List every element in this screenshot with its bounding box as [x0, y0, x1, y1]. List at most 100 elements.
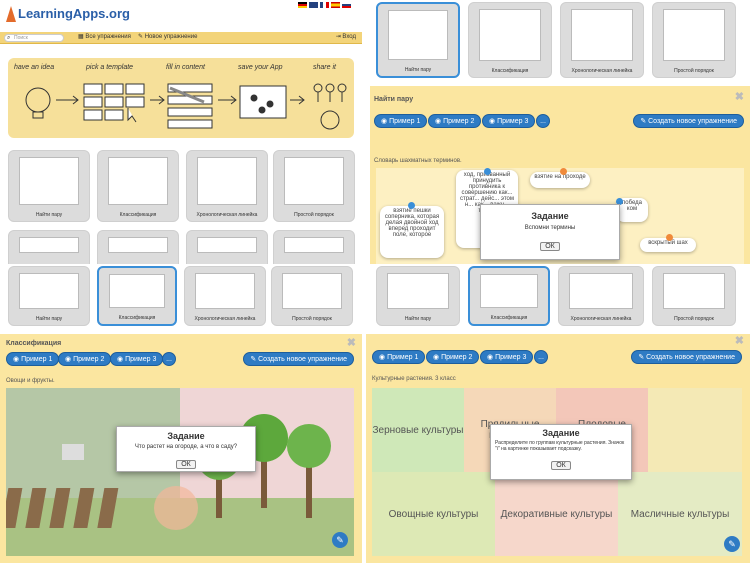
- strip-card-timeline[interactable]: Хронологическая линейка: [558, 266, 644, 326]
- language-flags[interactable]: [298, 2, 356, 9]
- ok-button[interactable]: ОК: [176, 460, 196, 469]
- more-button[interactable]: ...: [534, 350, 548, 364]
- template-card-order[interactable]: Простой порядок: [273, 150, 355, 222]
- strip-card-classify[interactable]: Классификация: [468, 266, 550, 326]
- connector-dot[interactable]: [484, 168, 491, 175]
- strip-card-match[interactable]: Найти пару: [8, 266, 90, 326]
- term-card-3[interactable]: взятие пешки соперника, которая делая дв…: [380, 206, 444, 258]
- card-label: Хронологическая линейка: [196, 212, 258, 218]
- top-card-order[interactable]: Простой порядок: [652, 2, 736, 78]
- pencil-icon: ✎: [250, 356, 259, 363]
- term-card-2[interactable]: взятие на проходе: [530, 172, 590, 188]
- example-1-label: Пример 1: [389, 118, 421, 125]
- example-1-button[interactable]: ◉ Пример 1: [374, 114, 428, 128]
- flag-de-icon[interactable]: [298, 2, 307, 8]
- close-icon[interactable]: ✖: [735, 90, 744, 103]
- edit-icon[interactable]: ✎: [332, 532, 348, 548]
- search-input[interactable]: ⌕ Поиск: [4, 34, 64, 42]
- all-exercises-link[interactable]: ▦ Все упражнения: [78, 33, 131, 40]
- example-2-label: Пример 2: [443, 118, 475, 125]
- strip-card-order[interactable]: Простой порядок: [271, 266, 353, 326]
- edit-icon[interactable]: ✎: [724, 536, 740, 552]
- task-dialog: Задание Вспомни термины ОК: [480, 204, 620, 260]
- example-2-button[interactable]: ◉ Пример 2: [58, 352, 112, 366]
- example-3-button[interactable]: ◉ Пример 3: [482, 114, 536, 128]
- logo[interactable]: LearningApps.org: [6, 2, 146, 26]
- new-exercise-link[interactable]: ✎ Новое упражнение: [138, 33, 197, 40]
- category-cell[interactable]: Зерновые культуры: [372, 388, 464, 472]
- example-3-button[interactable]: ◉ Пример 3: [480, 350, 534, 364]
- strip-card-order[interactable]: Простой порядок: [652, 266, 736, 326]
- top-card-match[interactable]: Найти пару: [376, 2, 460, 78]
- top-card-timeline[interactable]: Хронологическая линейка: [560, 2, 644, 78]
- strip-card-match[interactable]: Найти пару: [376, 266, 460, 326]
- close-icon[interactable]: ✖: [347, 336, 356, 349]
- create-label: Создать новое упражнение: [646, 354, 735, 361]
- example-3-button[interactable]: ◉ Пример 3: [110, 352, 164, 366]
- eye-icon: ◉: [381, 118, 390, 125]
- connector-dot[interactable]: [560, 168, 567, 175]
- eye-icon: ◉: [435, 118, 444, 125]
- search-icon: ⌕: [7, 35, 11, 41]
- template-card-more-2[interactable]: [97, 230, 179, 264]
- strip-card-timeline[interactable]: Хронологическая линейка: [184, 266, 266, 326]
- close-icon[interactable]: ✖: [735, 334, 744, 347]
- template-card-more-3[interactable]: [186, 230, 268, 264]
- template-card-more-4[interactable]: [273, 230, 355, 264]
- dialog-title: Задание: [167, 431, 205, 441]
- category-cell[interactable]: Декоративные культуры: [495, 472, 618, 556]
- dialog-message: Распределите по группам культурные расте…: [495, 440, 625, 452]
- panel-title: Найти пару: [374, 96, 414, 103]
- example-1-button[interactable]: ◉ Пример 1: [6, 352, 60, 366]
- strip-card-classify[interactable]: Классификация: [97, 266, 177, 326]
- more-button[interactable]: ...: [162, 352, 176, 366]
- thumbnail: [109, 274, 165, 308]
- dialog-message: Что растет на огороде, а что в саду?: [134, 444, 238, 450]
- create-new-exercise-button[interactable]: ✎ Создать новое упражнение: [633, 114, 744, 128]
- example-1-button[interactable]: ◉ Пример 1: [372, 350, 426, 364]
- ok-button[interactable]: ОК: [551, 461, 571, 470]
- dialog-title: Задание: [542, 428, 580, 438]
- login-link[interactable]: ⇥ Вход: [336, 33, 356, 40]
- task-dialog: Задание Распределите по группам культурн…: [490, 424, 632, 480]
- thumbnail: [663, 273, 725, 309]
- thumbnail: [388, 10, 448, 60]
- example-3-label: Пример 3: [495, 354, 527, 361]
- template-card-more-1[interactable]: [8, 230, 90, 264]
- ok-button[interactable]: ОК: [540, 242, 560, 251]
- match-game-area: ход, призванный принудить противника к с…: [376, 168, 744, 264]
- match-thumbnail: [19, 157, 79, 205]
- connector-dot[interactable]: [408, 202, 415, 209]
- example-2-button[interactable]: ◉ Пример 2: [426, 350, 480, 364]
- example-2-button[interactable]: ◉ Пример 2: [428, 114, 482, 128]
- template-card-timeline[interactable]: Хронологическая линейка: [186, 150, 268, 222]
- dialog-message: Вспомни термины: [524, 225, 576, 231]
- top-card-classify[interactable]: Классификация: [468, 2, 552, 78]
- eye-icon: ◉: [65, 356, 74, 363]
- example-3-label: Пример 3: [125, 356, 157, 363]
- house-icon: [62, 444, 84, 460]
- create-new-exercise-button[interactable]: ✎ Создать новое упражнение: [631, 350, 742, 364]
- pencil-icon: ✎: [138, 34, 145, 40]
- category-cell[interactable]: Овощные культуры: [372, 472, 495, 556]
- flag-es-icon[interactable]: [331, 2, 340, 8]
- cursor-icon: [127, 108, 137, 123]
- panel-title: Классификация: [6, 340, 62, 347]
- flag-en-icon[interactable]: [309, 2, 318, 8]
- flag-ru-icon[interactable]: [342, 2, 351, 8]
- order-thumbnail: [284, 157, 344, 205]
- more-button[interactable]: ...: [536, 114, 550, 128]
- connector-dot[interactable]: [666, 234, 673, 241]
- fill-content-icon: [167, 83, 213, 129]
- example-3-label: Пример 3: [497, 118, 529, 125]
- thumbnail: [480, 274, 538, 308]
- timeline-thumbnail: [197, 157, 257, 205]
- eye-icon: ◉: [117, 356, 126, 363]
- thumbnail: [479, 9, 541, 61]
- create-new-exercise-button[interactable]: ✎ Создать новое упражнение: [243, 352, 354, 366]
- dialog-title: Задание: [531, 211, 569, 221]
- template-card-classify[interactable]: Классификация: [97, 150, 179, 222]
- flag-fr-icon[interactable]: [320, 2, 329, 8]
- thumbnail: [284, 237, 344, 253]
- template-card-match[interactable]: Найти пару: [8, 150, 90, 222]
